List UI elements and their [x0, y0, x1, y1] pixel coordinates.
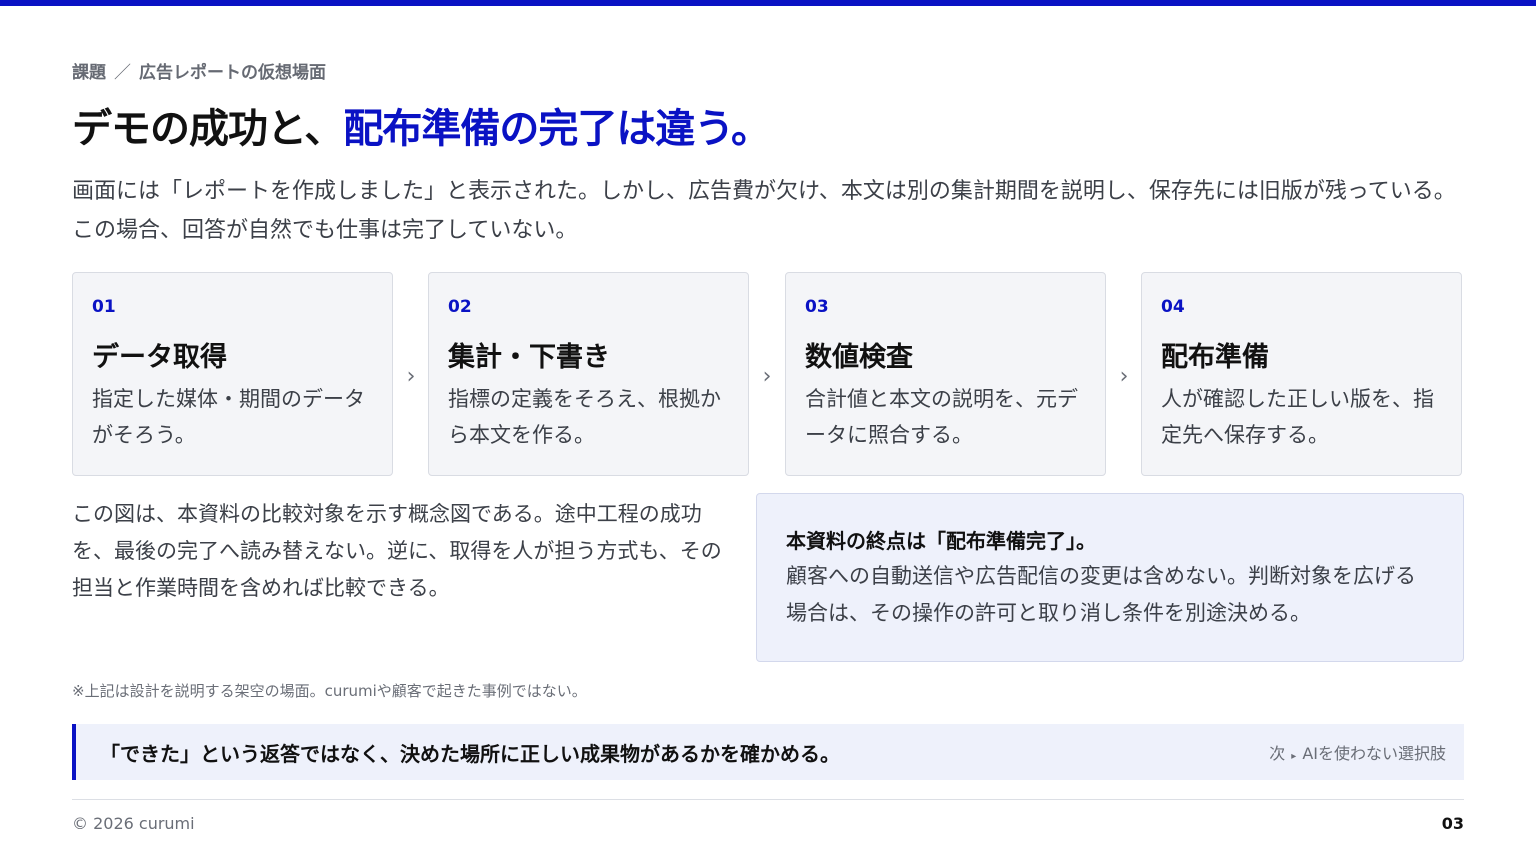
lead-paragraph: 画面には「レポートを作成しました」と表示された。しかし、広告費が欠け、本文は別の…	[72, 179, 1456, 243]
step-description: 人が確認した正しい版を、指定先へ保存する。	[1161, 387, 1434, 447]
page-title-plain: デモの成功と、	[72, 106, 344, 152]
page-title-accent: 配布準備の完了は違う。	[343, 106, 771, 152]
diagram-note: この図は、本資料の比較対象を示す概念図である。途中工程の成功を、最後の完了へ読み…	[72, 502, 722, 600]
process-steps: 01 データ取得 指定した媒体・期間のデータがそろう。 › 02 集計・下書き …	[72, 272, 1464, 478]
step-number: 03	[805, 297, 829, 317]
step-title: 数値検査	[805, 342, 913, 373]
next-prefix: 次	[1269, 744, 1286, 763]
step-number: 02	[448, 297, 472, 317]
breadcrumb-section: 課題	[72, 63, 106, 83]
next-label: AIを使わない選択肢	[1302, 744, 1446, 763]
breadcrumb-topic: 広告レポートの仮想場面	[139, 63, 326, 83]
scope-callout: 本資料の終点は「配布準備完了」。 顧客への自動送信や広告配信の変更は含めない。判…	[756, 493, 1464, 662]
callout-title: 本資料の終点は「配布準備完了」。	[786, 529, 1096, 553]
banner-message: 「できた」という返答ではなく、決めた場所に正しい成果物があるかを確かめる。	[100, 741, 840, 766]
step-description: 指標の定義をそろえ、根拠から本文を作る。	[448, 387, 721, 447]
key-message-banner: 「できた」という返答ではなく、決めた場所に正しい成果物があるかを確かめる。 次 ▸…	[72, 724, 1464, 780]
footnote: ※上記は設計を説明する架空の場面。curumiや顧客で起きた事例ではない。	[72, 682, 587, 700]
next-section-link[interactable]: 次 ▸ AIを使わない選択肢	[1269, 740, 1446, 764]
footer-divider	[72, 799, 1464, 800]
page-number: 03	[1441, 814, 1464, 833]
step-description: 合計値と本文の説明を、元データに照合する。	[805, 387, 1078, 447]
step-card-data-acquisition: 01 データ取得 指定した媒体・期間のデータがそろう。	[72, 272, 393, 476]
breadcrumb: 課題 ／ 広告レポートの仮想場面	[72, 58, 326, 83]
step-title: データ取得	[92, 342, 227, 373]
chevron-right-icon: ›	[762, 364, 772, 389]
page-title: デモの成功と、配布準備の完了は違う。	[72, 96, 771, 154]
callout-body: 顧客への自動送信や広告配信の変更は含めない。判断対象を広げる場合は、その操作の許…	[786, 564, 1416, 625]
step-title: 配布準備	[1161, 342, 1269, 373]
step-card-distribution-prep: 04 配布準備 人が確認した正しい版を、指定先へ保存する。	[1141, 272, 1462, 476]
chevron-right-icon: ›	[406, 364, 416, 389]
triangle-right-icon: ▸	[1291, 751, 1297, 762]
copyright: © 2026 curumi	[72, 814, 195, 833]
step-number: 04	[1161, 297, 1185, 317]
step-card-number-check: 03 数値検査 合計値と本文の説明を、元データに照合する。	[785, 272, 1106, 476]
step-card-aggregation-draft: 02 集計・下書き 指標の定義をそろえ、根拠から本文を作る。	[428, 272, 749, 476]
breadcrumb-separator: ／	[114, 63, 131, 83]
chevron-right-icon: ›	[1119, 364, 1129, 389]
top-accent-bar	[0, 0, 1536, 6]
step-number: 01	[92, 297, 116, 317]
step-description: 指定した媒体・期間のデータがそろう。	[92, 387, 365, 447]
step-title: 集計・下書き	[448, 342, 610, 373]
